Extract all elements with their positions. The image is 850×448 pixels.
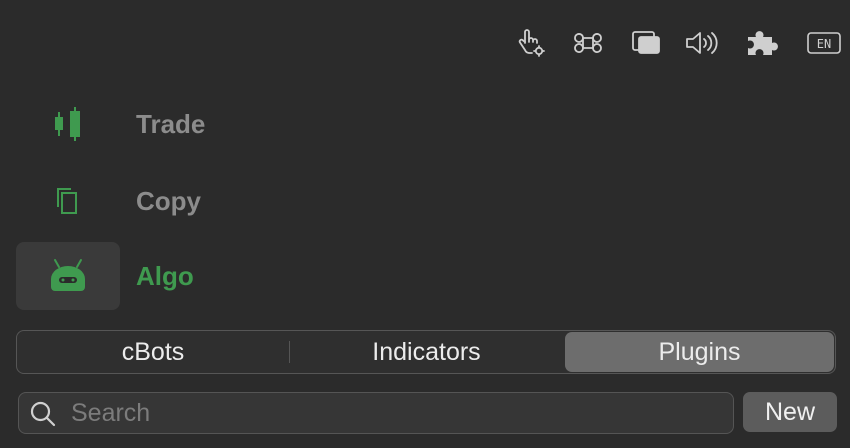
candlestick-icon [55,107,80,141]
nav-label-algo: Algo [136,261,194,291]
robot-icon [51,259,85,291]
algo-type-tabs: cBots Indicators Plugins [16,330,836,374]
tab-cbots[interactable]: cBots [17,331,289,373]
new-button[interactable]: New [743,392,837,432]
copy-icon [57,188,77,214]
speaker-icon[interactable] [684,25,720,61]
top-toolbar: EN [0,25,850,61]
language-icon[interactable]: EN [806,25,842,61]
tab-plugins[interactable]: Plugins [565,332,834,372]
search-icon [30,401,56,427]
puzzle-icon[interactable] [744,25,780,61]
nav-label-copy: Copy [136,186,201,216]
nav-icon-box [16,90,120,158]
hand-pointer-settings-icon[interactable] [514,25,550,61]
nav-label-trade: Trade [136,109,206,139]
nav-icon-box-active [16,242,120,310]
nav-item-trade[interactable]: Trade [16,90,316,158]
search-input[interactable] [71,393,721,433]
app-root: EN Trade Copy Algo cBots Indicators Plug… [0,0,850,448]
language-code: EN [817,37,831,51]
search-box [18,392,734,434]
nav-icon-box [16,167,120,235]
tab-indicators[interactable]: Indicators [290,331,563,373]
nav-item-copy[interactable]: Copy [16,167,316,235]
nav-item-algo[interactable]: Algo [16,242,316,310]
command-icon[interactable] [570,25,606,61]
windows-icon[interactable] [628,25,664,61]
